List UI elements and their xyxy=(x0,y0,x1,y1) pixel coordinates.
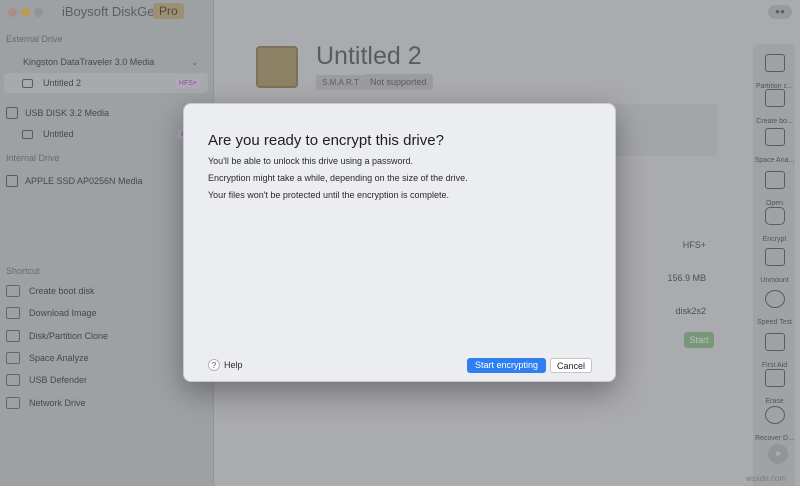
help-button[interactable]: ? Help xyxy=(208,359,243,371)
help-label: Help xyxy=(224,360,243,370)
watermark: wsxdn.com xyxy=(746,474,787,483)
start-encrypting-button[interactable]: Start encrypting xyxy=(467,358,546,373)
dialog-line-2: Encryption might take a while, depending… xyxy=(208,173,468,183)
encrypt-dialog: Are you ready to encrypt this drive? You… xyxy=(183,103,616,382)
question-icon: ? xyxy=(208,359,220,371)
dialog-title: Are you ready to encrypt this drive? xyxy=(208,132,444,149)
dialog-line-1: You'll be able to unlock this drive usin… xyxy=(208,156,414,166)
dialog-line-3: Your files won't be protected until the … xyxy=(208,190,450,200)
cancel-button[interactable]: Cancel xyxy=(550,358,592,373)
